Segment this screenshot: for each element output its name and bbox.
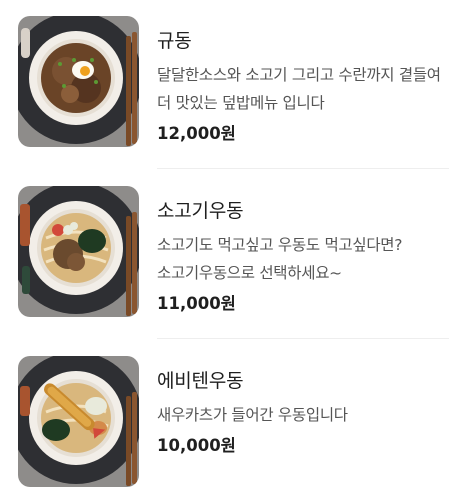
menu-item-photo[interactable] [18,16,139,147]
item-divider [157,338,449,339]
menu-item-ebiten-udon[interactable]: 에비텐우동 새우카츠가 들어간 우동입니다 10,000원 [0,340,466,490]
menu-item-gyudon[interactable]: 규동 달달한소스와 소고기 그리고 수란까지 곁들여 더 맛있는 덮밥메뉴 입니… [0,0,466,150]
menu-item-photo[interactable] [18,356,139,487]
menu-item-beef-udon[interactable]: 소고기우동 소고기도 먹고싶고 우동도 먹고싶다면? 소고기우동으로 선택하세요… [0,170,466,320]
menu-item-info: 에비텐우동 새우카츠가 들어간 우동입니다 10,000원 [157,368,457,458]
menu-item-description: 새우카츠가 들어간 우동입니다 [157,406,348,424]
menu-item-price: 10,000원 [157,436,236,455]
menu-item-price: 11,000원 [157,294,236,313]
menu-list: 규동 달달한소스와 소고기 그리고 수란까지 곁들여 더 맛있는 덮밥메뉴 입니… [0,0,466,497]
menu-item-name: 규동 [157,30,192,52]
menu-item-price: 12,000원 [157,124,236,143]
ebiten-udon-bowl-photo [18,356,139,487]
menu-item-photo[interactable] [18,186,139,317]
menu-item-name: 에비텐우동 [157,370,244,392]
menu-item-info: 규동 달달한소스와 소고기 그리고 수란까지 곁들여 더 맛있는 덮밥메뉴 입니… [157,28,457,146]
gyudon-bowl-photo [18,16,139,147]
menu-item-description: 달달한소스와 소고기 그리고 수란까지 곁들여 더 맛있는 덮밥메뉴 입니다 [157,66,441,112]
item-divider [157,168,449,169]
beef-udon-bowl-photo [18,186,139,317]
menu-item-name: 소고기우동 [157,200,244,222]
menu-item-description: 소고기도 먹고싶고 우동도 먹고싶다면? 소고기우동으로 선택하세요~ [157,236,403,282]
menu-item-info: 소고기우동 소고기도 먹고싶고 우동도 먹고싶다면? 소고기우동으로 선택하세요… [157,198,457,316]
